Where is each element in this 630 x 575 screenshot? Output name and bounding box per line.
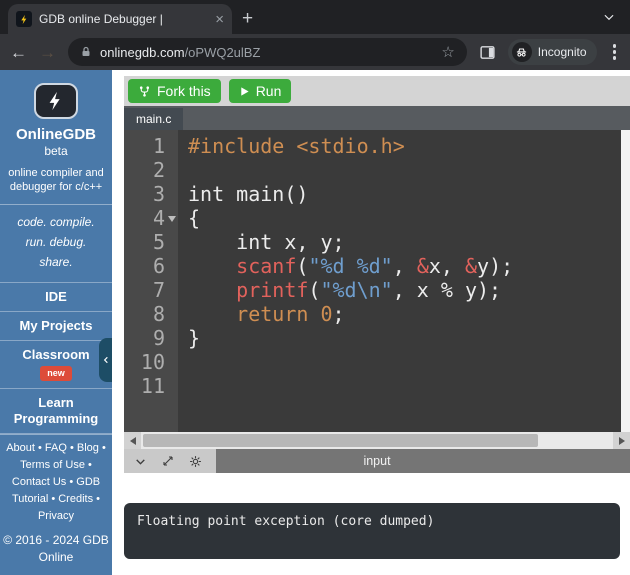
editor-code: #include <stdio.h>int main(){ int x, y; … xyxy=(178,130,621,432)
scrollbar-thumb[interactable] xyxy=(143,434,538,447)
run-label: Run xyxy=(256,83,282,99)
back-button-icon[interactable]: ← xyxy=(10,44,27,61)
incognito-spy-icon xyxy=(512,42,532,62)
fork-this-button[interactable]: Fork this xyxy=(128,79,221,103)
sidebar-item-label: Learn Programming xyxy=(14,395,99,426)
brand-name: OnlineGDB xyxy=(16,126,96,143)
line-number[interactable]: 1 xyxy=(124,134,178,158)
line-number[interactable]: 4 xyxy=(124,206,178,230)
browser-tab[interactable]: GDB online Debugger | × xyxy=(8,4,232,34)
line-number[interactable]: 10 xyxy=(124,350,178,374)
editor-gutter: 1234567891011 xyxy=(124,130,178,432)
incognito-label: Incognito xyxy=(538,45,587,59)
file-tab-main-c[interactable]: main.c xyxy=(124,108,183,130)
code-line[interactable] xyxy=(188,350,621,374)
code-line[interactable]: int x, y; xyxy=(188,230,621,254)
code-line[interactable]: printf("%d\n", x % y); xyxy=(188,278,621,302)
input-panel-title[interactable]: input xyxy=(363,454,390,468)
forward-button-icon[interactable]: → xyxy=(39,44,56,61)
code-line[interactable]: } xyxy=(188,326,621,350)
line-number[interactable]: 5 xyxy=(124,230,178,254)
site-favicon-icon xyxy=(16,11,32,27)
line-number[interactable]: 3 xyxy=(124,182,178,206)
io-panel-controls xyxy=(124,449,216,473)
new-badge: new xyxy=(40,366,72,380)
sidebar-item-classroom[interactable]: Classroom new xyxy=(0,340,112,388)
code-line[interactable]: int main() xyxy=(188,182,621,206)
fold-marker-icon[interactable] xyxy=(168,216,176,222)
code-line[interactable]: #include <stdio.h> xyxy=(188,134,621,158)
side-panel-icon[interactable] xyxy=(479,44,496,61)
tab-close-icon[interactable]: × xyxy=(215,12,224,27)
brand-beta-label: beta xyxy=(44,144,67,158)
tab-title: GDB online Debugger | xyxy=(39,12,208,26)
line-number[interactable]: 11 xyxy=(124,374,178,398)
address-bar[interactable]: onlinegdb.com /oPWQ2ulBZ ☆ xyxy=(68,38,467,66)
main-area: Fork this Run main.c 1234567891011 #incl… xyxy=(112,70,630,575)
sidebar-collapse-handle[interactable] xyxy=(99,338,112,382)
lock-icon xyxy=(80,46,92,58)
copyright-text: © 2016 - 2024 GDB Online xyxy=(3,532,109,566)
code-line[interactable] xyxy=(188,374,621,398)
settings-gear-icon[interactable] xyxy=(189,455,202,468)
footer-links[interactable]: About • FAQ • Blog • Terms of Use • Cont… xyxy=(3,440,109,525)
fork-this-label: Fork this xyxy=(157,83,211,99)
resize-panel-icon[interactable] xyxy=(162,455,174,467)
browser-tab-strip: GDB online Debugger | × + xyxy=(0,0,630,34)
brand-tagline: online compiler and debugger for c/c++ xyxy=(4,166,108,196)
output-console[interactable]: Floating point exception (core dumped) xyxy=(124,503,620,559)
url-domain: onlinegdb.com xyxy=(100,45,185,60)
sidebar-item-my-projects[interactable]: My Projects xyxy=(0,311,112,340)
fork-icon xyxy=(138,85,151,98)
sidebar-item-ide[interactable]: IDE xyxy=(0,282,112,311)
page-content: OnlineGDB beta online compiler and debug… xyxy=(0,70,630,575)
line-number[interactable]: 8 xyxy=(124,302,178,326)
new-tab-button[interactable]: + xyxy=(242,8,253,30)
editor-horizontal-scrollbar[interactable] xyxy=(124,432,630,449)
url-path: /oPWQ2ulBZ xyxy=(185,45,434,60)
bookmark-star-icon[interactable]: ☆ xyxy=(441,43,454,61)
play-icon xyxy=(239,86,250,97)
console-output-text: Floating point exception (core dumped) xyxy=(137,514,434,529)
sidebar-item-label: IDE xyxy=(45,289,67,304)
line-number[interactable]: 6 xyxy=(124,254,178,278)
incognito-badge: Incognito xyxy=(508,39,597,65)
code-line[interactable]: scanf("%d %d", &x, &y); xyxy=(188,254,621,278)
browser-menu-icon[interactable] xyxy=(609,42,621,62)
browser-toolbar: ← → onlinegdb.com /oPWQ2ulBZ ☆ Incognito xyxy=(0,34,630,70)
code-line[interactable] xyxy=(188,158,621,182)
editor-tabs-row: main.c xyxy=(124,106,630,130)
sidebar-footer: About • FAQ • Blog • Terms of Use • Cont… xyxy=(0,434,112,575)
brand-motto: code. compile. run. debug. share. xyxy=(0,205,112,281)
console-area: Floating point exception (core dumped) xyxy=(112,473,630,575)
collapse-panel-icon[interactable] xyxy=(134,455,147,468)
scroll-right-arrow-icon[interactable] xyxy=(613,432,630,449)
editor-area: Fork this Run main.c 1234567891011 #incl… xyxy=(124,76,630,473)
sidebar-menu: IDE My Projects Classroom new Learn Prog… xyxy=(0,282,112,435)
sidebar-item-label: My Projects xyxy=(20,318,93,333)
line-number[interactable]: 7 xyxy=(124,278,178,302)
sidebar-item-learn-programming[interactable]: Learn Programming xyxy=(0,388,112,435)
run-toolbar: Fork this Run xyxy=(124,76,630,106)
code-line[interactable]: return 0; xyxy=(188,302,621,326)
sidebar: OnlineGDB beta online compiler and debug… xyxy=(0,70,112,575)
code-line[interactable]: { xyxy=(188,206,621,230)
editor-vertical-scrollbar[interactable] xyxy=(621,130,630,432)
scroll-left-arrow-icon[interactable] xyxy=(124,432,141,449)
line-number[interactable]: 9 xyxy=(124,326,178,350)
run-button[interactable]: Run xyxy=(229,79,292,103)
onlinegdb-logo-icon xyxy=(34,83,78,119)
tab-search-chevron-icon[interactable] xyxy=(602,10,616,24)
sidebar-item-label: Classroom xyxy=(22,347,89,362)
browser-window: GDB online Debugger | × + ← → onlinegdb.… xyxy=(0,0,630,575)
line-number[interactable]: 2 xyxy=(124,158,178,182)
code-editor[interactable]: 1234567891011 #include <stdio.h> int main… xyxy=(124,130,630,432)
io-panel-bar: input xyxy=(124,449,630,473)
